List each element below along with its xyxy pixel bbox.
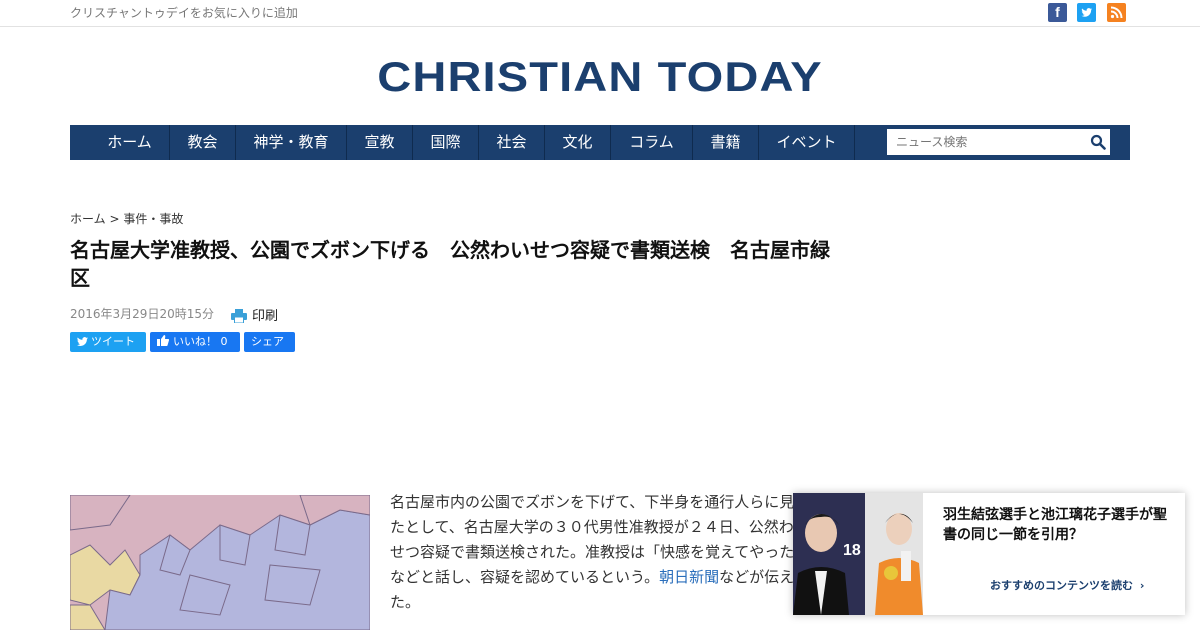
print-button[interactable]: 印刷 xyxy=(231,305,278,324)
tweet-label: ツイート xyxy=(91,335,135,348)
rss-icon[interactable] xyxy=(1107,3,1126,22)
recommend-title[interactable]: 羽生結弦選手と池江璃花子選手が聖書の同じ一節を引用？ xyxy=(943,505,1173,545)
area-map-image xyxy=(70,495,370,630)
facebook-icon[interactable]: f xyxy=(1048,3,1067,22)
nav-item-books[interactable]: 書籍 xyxy=(693,125,759,160)
article-title: 名古屋大学准教授、公園でズボン下げる 公然わいせつ容疑で書類送検 名古屋市緑区 xyxy=(70,238,830,290)
site-logo[interactable]: CHRISTIAN TODAY xyxy=(0,53,1200,101)
breadcrumb[interactable]: ホーム > 事件・事故 xyxy=(70,210,183,227)
nav-item-mission[interactable]: 宣教 xyxy=(347,125,413,160)
thumbs-up-icon xyxy=(157,335,170,346)
twitter-bird-icon xyxy=(77,337,88,346)
share-button[interactable]: シェア xyxy=(244,332,295,352)
nav-item-column[interactable]: コラム xyxy=(611,125,693,160)
nav-item-home[interactable]: ホーム xyxy=(70,125,170,160)
like-label: いいね！ 0 xyxy=(173,335,228,348)
article-date: 2016年3月29日20時15分 xyxy=(70,307,214,321)
twitter-icon[interactable] xyxy=(1077,3,1096,22)
nav-item-society[interactable]: 社会 xyxy=(479,125,545,160)
nav-item-culture[interactable]: 文化 xyxy=(545,125,611,160)
add-favorite-link[interactable]: クリスチャントゥデイをお気に入りに追加 xyxy=(70,4,298,21)
nav-item-international[interactable]: 国際 xyxy=(413,125,479,160)
tweet-button[interactable]: ツイート xyxy=(70,332,146,352)
nav-item-events[interactable]: イベント xyxy=(759,125,855,160)
print-label: 印刷 xyxy=(252,309,279,324)
printer-icon xyxy=(231,309,247,324)
nav-item-theology[interactable]: 神学・教育 xyxy=(236,125,347,160)
source-link[interactable]: 朝日新聞 xyxy=(659,568,719,586)
recommend-photo: 18 xyxy=(793,493,923,615)
photo-number-text: 18 xyxy=(843,542,861,559)
chevron-right-icon: › xyxy=(1139,579,1145,592)
search-icon[interactable] xyxy=(1090,134,1106,150)
recommend-read-link[interactable]: おすすめのコンテンツを読む › xyxy=(990,577,1144,593)
top-bar: クリスチャントゥデイをお気に入りに追加 xyxy=(0,0,1200,27)
search-input[interactable] xyxy=(887,129,1110,155)
recommend-widget[interactable]: 18 羽生結弦選手と池江璃花子選手が聖書の同じ一節を引用？ おすすめのコンテンツ… xyxy=(793,493,1185,615)
article-body: 名古屋市内の公園でズボンを下げて、下半身を通行人らに見せたとして、名古屋大学の３… xyxy=(390,493,810,611)
like-button[interactable]: いいね！ 0 xyxy=(150,332,240,352)
nav-item-church[interactable]: 教会 xyxy=(170,125,236,160)
